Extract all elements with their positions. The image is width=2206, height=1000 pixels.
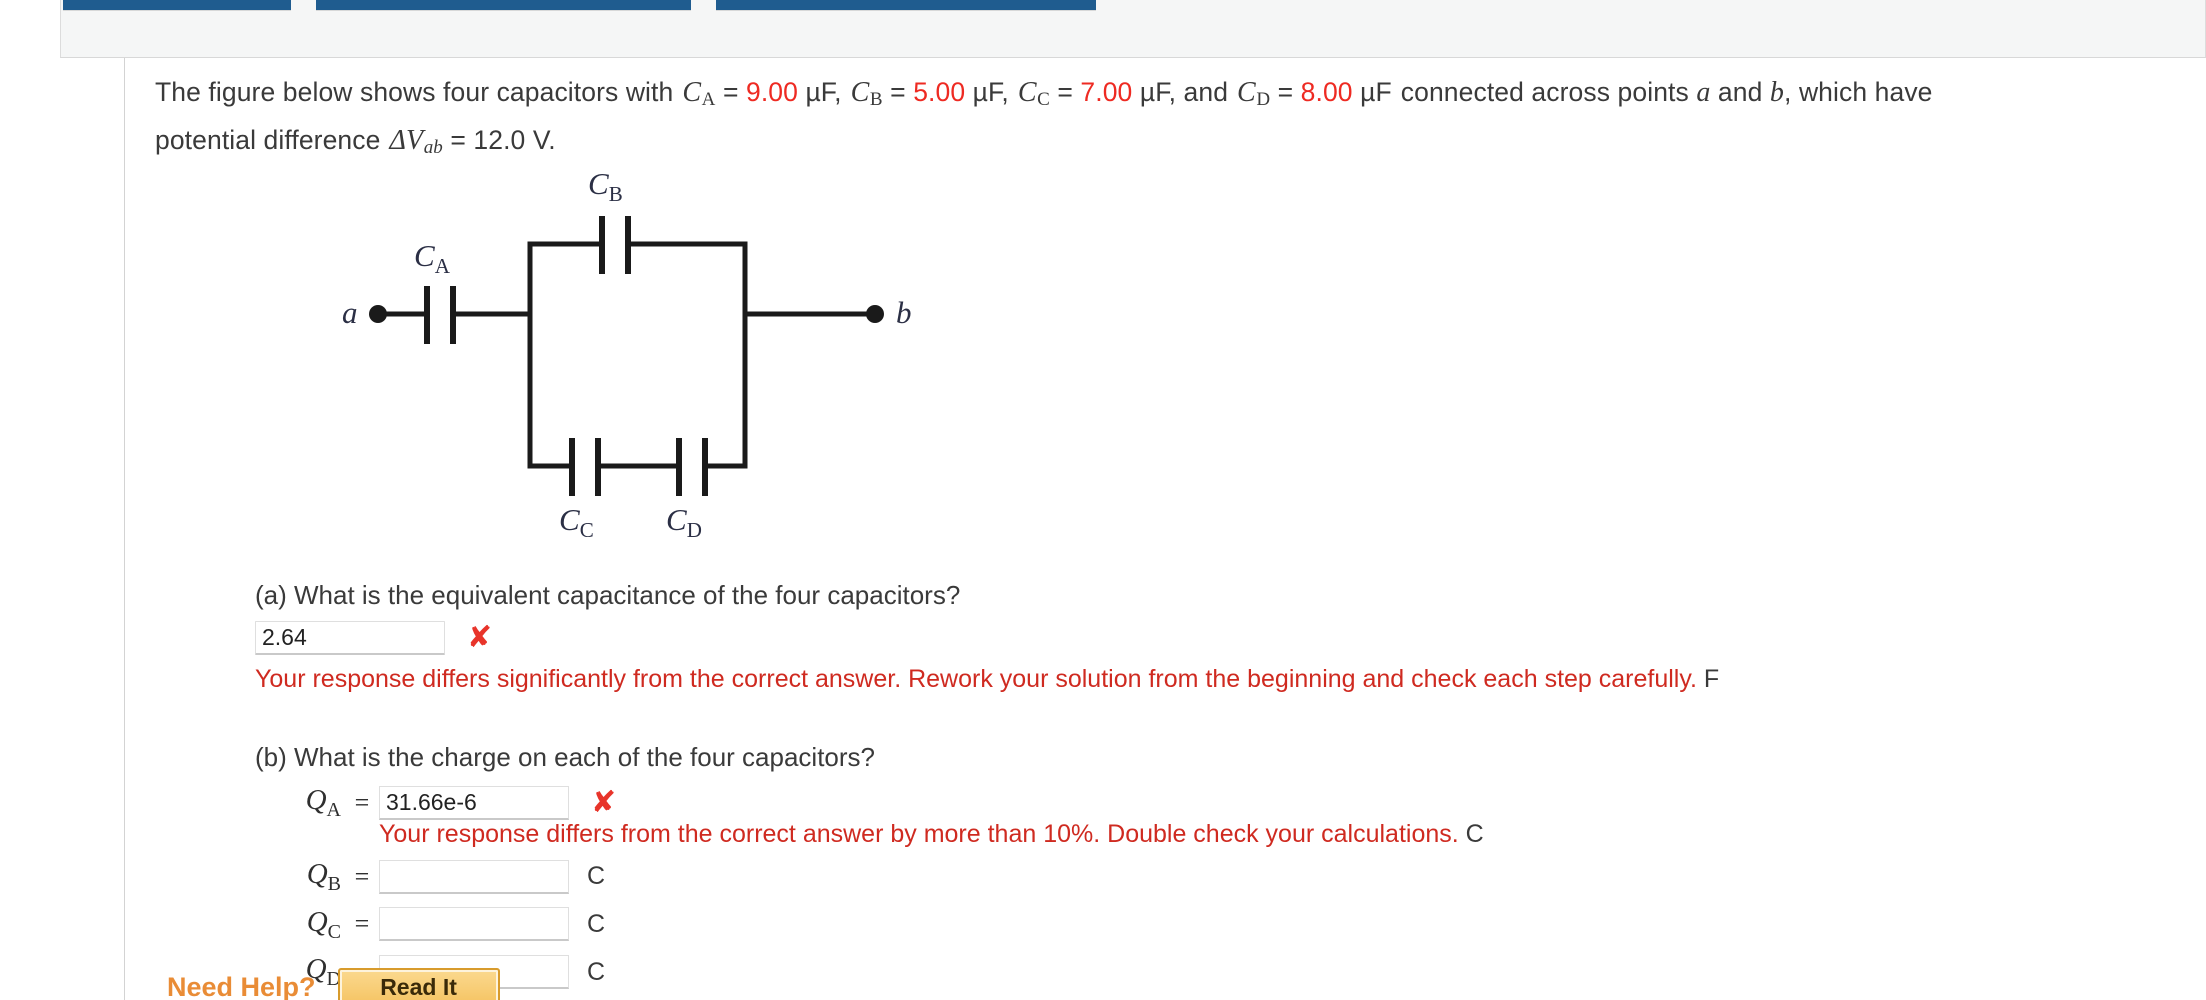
charge-sub-qb: B: [327, 872, 341, 895]
symbol-capacitance-a-sub: A: [701, 89, 716, 110]
charge-label-qb: QB: [255, 858, 345, 896]
x-mark-icon: ✘: [467, 620, 493, 655]
charge-input-qc[interactable]: [379, 907, 569, 942]
comma-c: ,: [1168, 77, 1177, 107]
charge-label-qc: QC: [255, 906, 345, 944]
charge-label-qa: QA: [255, 784, 345, 822]
point-a-label: a: [1696, 77, 1711, 108]
charge-row-qb: QB = C: [255, 858, 2185, 896]
page-root: The figure below shows four capacitors w…: [0, 0, 2206, 1000]
problem-tail-2: , which have: [1784, 77, 1933, 107]
and-word-2: and: [1717, 77, 1763, 107]
terminal-dot-a: [369, 305, 387, 323]
page-left-edge: [60, 58, 61, 1000]
charge-equals-qc: =: [354, 909, 370, 939]
value-capacitance-c: 7.00: [1080, 77, 1133, 107]
circuit-diagram-svg: [369, 216, 884, 496]
read-it-button[interactable]: Read It: [337, 968, 500, 1000]
charge-error-qa: Your response differs from the correct a…: [379, 820, 1484, 849]
charge-input-stack-qa: Your response differs from the correct a…: [379, 785, 1484, 848]
charge-error-text-qa: Your response differs from the correct a…: [379, 819, 1459, 848]
problem-statement: The figure below shows four capacitors w…: [155, 72, 2185, 168]
part-a-unit: F: [1703, 665, 1720, 693]
symbol-capacitance-c: C: [1017, 77, 1037, 108]
comma-a: ,: [834, 77, 842, 107]
tab-strip: [61, 0, 2205, 12]
charge-input-qa[interactable]: [379, 785, 569, 820]
symbol-capacitance-d: C: [1237, 77, 1256, 108]
point-b-label: b: [1769, 77, 1785, 108]
charge-symbol-qc: Q: [306, 905, 328, 938]
value-capacitance-b: 5.00: [913, 77, 966, 107]
toolbar-tab-1[interactable]: [63, 0, 291, 10]
equals-d: =: [1277, 77, 1294, 107]
symbol-capacitance-d-sub: D: [1256, 89, 1271, 110]
x-mark-icon-qa: ✘: [591, 784, 617, 820]
circuit-figure: a b CA CB CC CD: [330, 166, 950, 554]
charge-symbol-qb: Q: [306, 857, 328, 890]
equals-b: =: [890, 77, 906, 107]
value-delta-v: 12.0 V.: [473, 125, 556, 155]
charge-unit-qd: C: [587, 957, 606, 986]
charge-row-qa: QA = Your response differs from the corr…: [255, 784, 2185, 848]
symbol-delta-v-sub: ab: [423, 137, 443, 158]
part-a-error-text: Your response differs significantly from…: [255, 665, 1697, 693]
and-word: and: [1183, 77, 1229, 107]
terminal-dot-b: [866, 305, 884, 323]
symbol-capacitance-b: C: [850, 77, 870, 108]
charge-equals-qb: =: [354, 861, 370, 891]
charge-symbol-qa: Q: [305, 784, 327, 816]
symbol-capacitance-c-sub: C: [1037, 89, 1050, 110]
problem-lead: The figure below shows four capacitors w…: [155, 77, 674, 107]
unit-c: µF: [1139, 77, 1169, 107]
charge-equals-qa: =: [354, 787, 370, 817]
content-left-rule: [124, 58, 125, 1000]
problem-line2-lead: potential difference: [155, 125, 381, 155]
symbol-capacitance-a: C: [682, 77, 702, 108]
part-a-question: (a) What is the equivalent capacitance o…: [255, 580, 961, 610]
symbol-capacitance-b-sub: B: [869, 89, 883, 110]
value-capacitance-d: 8.00: [1300, 77, 1353, 107]
charge-sub-qc: C: [327, 920, 341, 943]
problem-content: The figure below shows four capacitors w…: [155, 58, 2185, 991]
charge-unit-qb: C: [587, 862, 606, 891]
charge-unit-qc: C: [587, 909, 606, 938]
toolbar-tab-3[interactable]: [716, 0, 1096, 10]
unit-a: µF: [805, 77, 835, 107]
part-a-answer-row: ✘: [255, 621, 2185, 655]
equals-c: =: [1057, 77, 1073, 107]
top-toolbar: [60, 0, 2206, 58]
charge-sub-qa: A: [326, 798, 341, 821]
charge-input-qb[interactable]: [379, 859, 569, 894]
part-a-block: (a) What is the equivalent capacitance o…: [255, 578, 2185, 696]
charge-unit-qa: C: [1465, 819, 1484, 848]
part-a-answer-input[interactable]: [255, 621, 445, 655]
symbol-delta-v: ΔV: [389, 125, 424, 156]
toolbar-tab-2[interactable]: [316, 0, 691, 10]
need-help-row: Need Help? Read It: [167, 968, 500, 1000]
equals-v: =: [450, 125, 466, 155]
part-b-question: (b) What is the charge on each of the fo…: [255, 742, 876, 772]
unit-b: µF: [972, 77, 1002, 107]
problem-tail: connected across points: [1400, 77, 1689, 107]
charge-row-qc: QC = C: [255, 906, 2185, 944]
part-a-error-message: Your response differs significantly from…: [255, 663, 2185, 696]
need-help-label: Need Help?: [167, 971, 316, 1000]
charge-row-qd: QD = C: [255, 953, 2185, 991]
unit-d: µF: [1360, 77, 1392, 107]
value-capacitance-a: 9.00: [745, 77, 798, 107]
part-b-block: (b) What is the charge on each of the fo…: [255, 740, 2185, 991]
comma-b: ,: [1001, 77, 1009, 107]
equals-a: =: [722, 77, 739, 107]
